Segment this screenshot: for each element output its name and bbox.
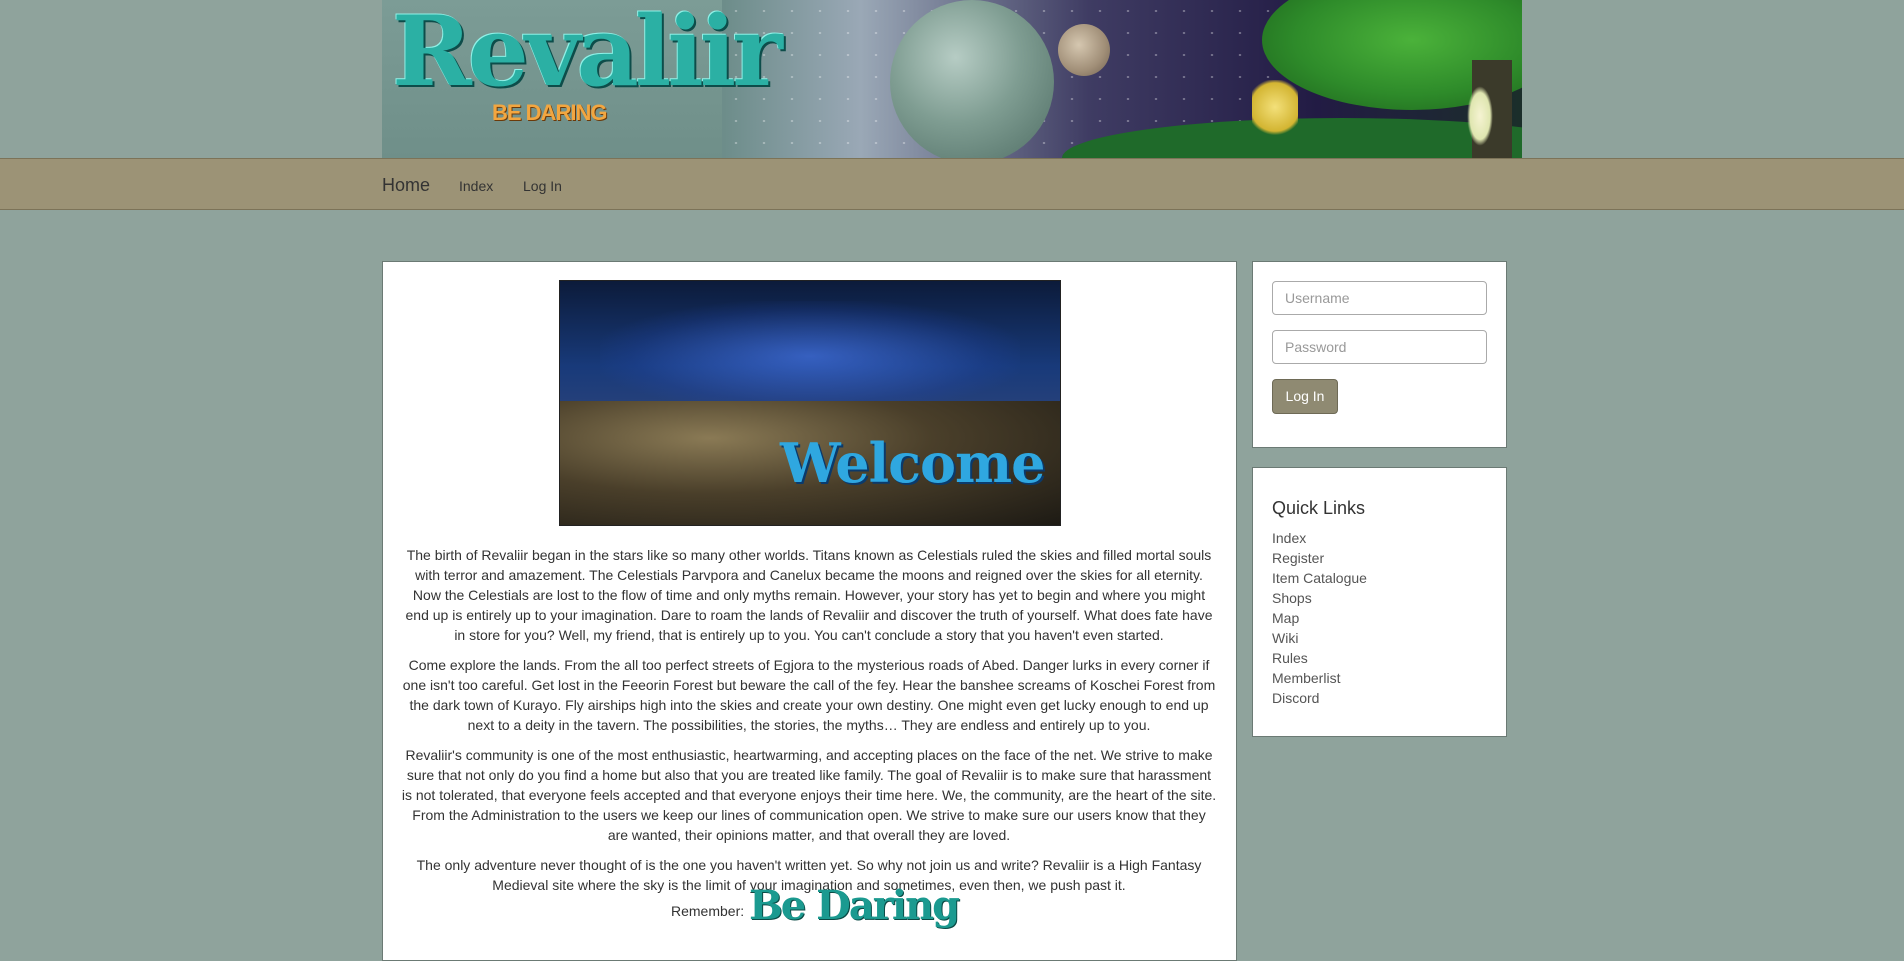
remember-label: Remember:	[671, 903, 745, 919]
login-panel: Username Password Log In	[1252, 261, 1507, 448]
quick-links-panel: Quick Links Index Register Item Catalogu…	[1252, 467, 1507, 737]
quick-link-rules[interactable]: Rules	[1272, 650, 1308, 666]
be-daring-logo: Be Daring	[749, 882, 960, 929]
stag-image	[1252, 80, 1298, 140]
quick-link-discord[interactable]: Discord	[1272, 690, 1319, 706]
intro-paragraph: Revaliir's community is one of the most …	[401, 747, 1217, 843]
moon-large-image	[890, 0, 1054, 158]
welcome-banner-image: Welcome	[559, 280, 1061, 526]
quick-link-item-catalogue[interactable]: Item Catalogue	[1272, 570, 1367, 586]
site-logo: Revaliir	[392, 0, 783, 108]
quick-links-title: Quick Links	[1272, 498, 1366, 518]
moon-small-image	[1058, 24, 1110, 76]
quick-link-shops[interactable]: Shops	[1272, 590, 1312, 606]
quick-link-map[interactable]: Map	[1272, 610, 1299, 626]
intro-text: The birth of Revaliir began in the stars…	[401, 545, 1217, 905]
quick-link-index[interactable]: Index	[1272, 530, 1306, 546]
password-input[interactable]: Password	[1272, 330, 1487, 364]
spirit-figure-image	[1467, 86, 1493, 146]
login-button[interactable]: Log In	[1272, 379, 1338, 414]
intro-paragraph: The birth of Revaliir began in the stars…	[405, 547, 1213, 643]
site-tagline: BE DARING	[492, 100, 607, 125]
welcome-heading: Welcome	[780, 431, 1046, 495]
intro-paragraph: Come explore the lands. From the all too…	[402, 657, 1216, 733]
nav-login-link[interactable]: Log In	[523, 178, 562, 194]
nav-home-link[interactable]: Home	[382, 175, 430, 196]
nav-index-link[interactable]: Index	[459, 178, 493, 194]
quick-link-memberlist[interactable]: Memberlist	[1272, 670, 1340, 686]
username-input[interactable]: Username	[1272, 281, 1487, 315]
quick-link-wiki[interactable]: Wiki	[1272, 630, 1298, 646]
site-banner: Revaliir BE DARING	[382, 0, 1522, 158]
top-navbar: Home Index Log In	[0, 158, 1904, 210]
main-content-panel: Welcome The birth of Revaliir began in t…	[382, 261, 1237, 961]
quick-link-register[interactable]: Register	[1272, 550, 1324, 566]
butterfly-glow	[600, 301, 1020, 411]
